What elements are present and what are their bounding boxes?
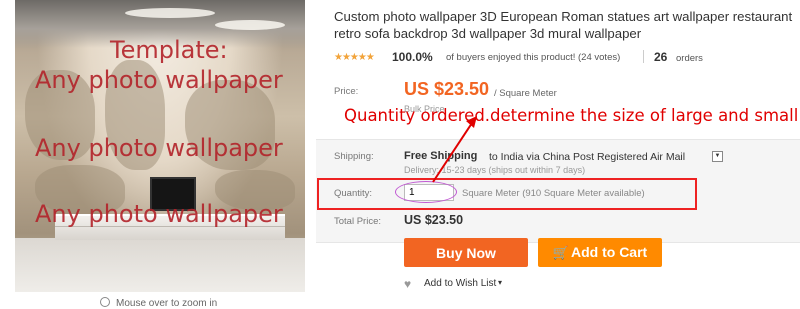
buy-now-button[interactable]: Buy Now xyxy=(404,238,528,267)
heart-icon[interactable]: ♥ xyxy=(404,277,411,291)
add-to-wishlist-link[interactable]: Add to Wish List xyxy=(424,278,496,289)
annotation-arrow-icon xyxy=(432,116,477,183)
annotation-text: Quantity ordered.determine the size of l… xyxy=(344,106,799,125)
add-to-cart-button[interactable]: 🛒 Add to Cart xyxy=(538,238,662,267)
chevron-down-icon[interactable]: ▾ xyxy=(498,278,502,287)
add-to-cart-label: Add to Cart xyxy=(570,244,648,260)
cart-icon: 🛒 xyxy=(552,245,569,260)
